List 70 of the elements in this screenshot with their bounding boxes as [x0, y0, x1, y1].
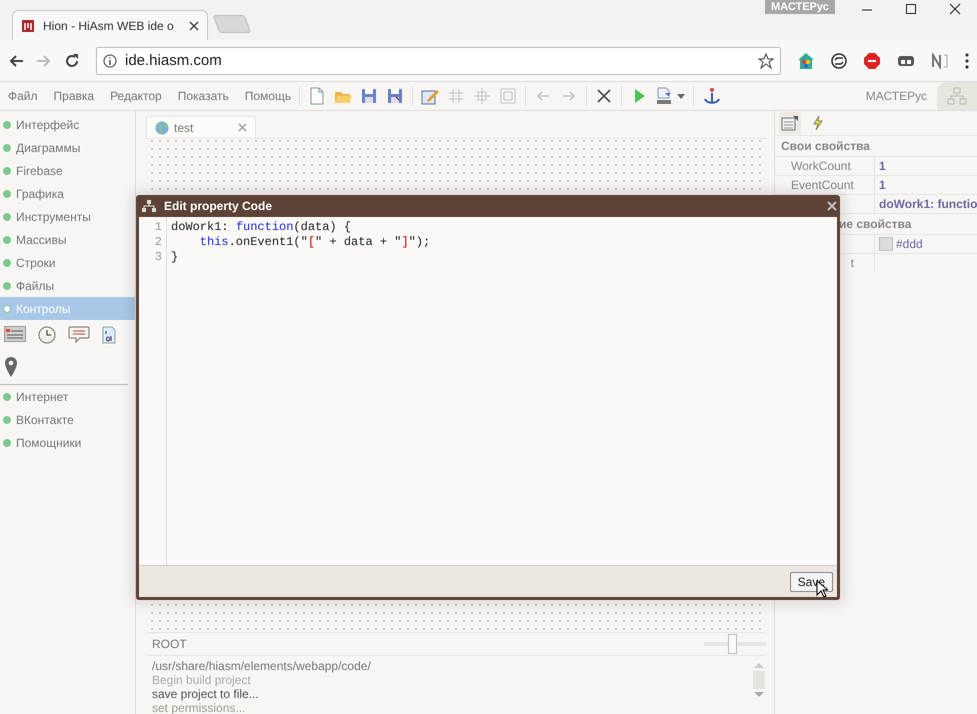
hierarchy-icon: [142, 200, 156, 212]
speech-bubble-icon[interactable]: [68, 326, 90, 344]
user-name[interactable]: МАСТЕРус: [866, 89, 927, 103]
sync-circle-icon[interactable]: [831, 52, 847, 68]
floppy-disks-icon[interactable]: [386, 87, 404, 105]
category-item[interactable]: Помощники: [0, 431, 135, 454]
menu-item[interactable]: Редактор: [102, 89, 170, 103]
property-group-header: Свои свойства: [775, 135, 977, 156]
binary-file-icon[interactable]: [102, 326, 116, 344]
code-editor[interactable]: 1 2 3 doWork1: function(data) { this.onEvent1("[" + data + "]"); }: [139, 217, 837, 565]
anchor-icon[interactable]: [702, 87, 720, 105]
path-label: ROOT: [152, 637, 188, 651]
app-logo-icon: [21, 18, 35, 32]
line-number: 3: [154, 250, 162, 265]
menu-item[interactable]: Правка: [46, 89, 102, 103]
log-line: save project to file...: [152, 687, 260, 701]
category-item[interactable]: Инструменты: [0, 205, 135, 228]
code-line: }: [171, 250, 180, 265]
menu-item[interactable]: Помощь: [236, 89, 300, 103]
colorful-house-icon[interactable]: [797, 52, 815, 70]
browser-tab[interactable]: Hion - HiAsm WEB ide o: [12, 10, 208, 40]
category-item[interactable]: Интерфейс: [0, 113, 135, 136]
color-swatch: [879, 237, 893, 251]
star-icon[interactable]: [758, 52, 774, 68]
back-icon[interactable]: [8, 52, 24, 68]
more-menu-icon[interactable]: [965, 52, 969, 68]
line-number: 1: [154, 220, 162, 235]
property-value[interactable]: #ddd: [896, 237, 923, 251]
category-item[interactable]: Интернет: [0, 385, 135, 408]
globe-icon: [155, 120, 169, 134]
map-pin-icon[interactable]: [4, 356, 18, 378]
new-file-icon[interactable]: [308, 87, 326, 105]
property-value[interactable]: doWork1: functio: [879, 197, 977, 211]
dialog-title: Edit property Code: [164, 199, 274, 213]
property-name: WorkCount: [791, 159, 851, 173]
code-line: doWork1: function(data) {: [171, 220, 352, 235]
properties-tab[interactable]: [779, 112, 801, 134]
category-item[interactable]: Строки: [0, 251, 135, 274]
category-item[interactable]: Графика: [0, 182, 135, 205]
category-item[interactable]: Firebase: [0, 159, 135, 182]
category-item[interactable]: Диаграммы: [0, 136, 135, 159]
menu-item[interactable]: Файл: [0, 89, 46, 103]
profile-badge[interactable]: МАСТЕРус: [765, 0, 835, 14]
reload-icon[interactable]: [64, 52, 80, 68]
close-icon[interactable]: [189, 20, 199, 30]
form-window-icon[interactable]: [4, 326, 26, 342]
property-name: t: [850, 256, 854, 270]
editor-tab[interactable]: test: [146, 116, 256, 138]
log-line: /usr/share/hiasm/elements/webapp/code/: [152, 659, 372, 673]
bracket-n-icon[interactable]: [931, 52, 949, 68]
delete-icon[interactable]: [595, 87, 614, 105]
glasses-icon[interactable]: [897, 54, 915, 68]
property-sheet-icon: [781, 115, 799, 131]
category-item[interactable]: Файлы: [0, 274, 135, 297]
lightning-icon: [813, 116, 823, 130]
property-name: EventCount: [791, 178, 854, 192]
category-item[interactable]: Массивы: [0, 228, 135, 251]
property-value[interactable]: 1: [879, 159, 886, 173]
category-item[interactable]: ВКонтакте: [0, 408, 135, 431]
property-value[interactable]: 1: [879, 178, 886, 192]
stop-sign-icon[interactable]: [863, 52, 881, 70]
line-number: 2: [154, 235, 162, 250]
code-line: this.onEvent1("[" + data + "]");: [198, 235, 430, 250]
form-pencil-icon[interactable]: [421, 87, 440, 105]
log-line: Begin build project: [152, 673, 252, 687]
info-icon: [103, 54, 117, 68]
dropdown-caret-icon[interactable]: [677, 92, 686, 100]
address-field[interactable]: ide.hiasm.com: [96, 46, 781, 74]
menu-item[interactable]: Показать: [170, 89, 237, 103]
clock-icon[interactable]: [38, 326, 56, 344]
